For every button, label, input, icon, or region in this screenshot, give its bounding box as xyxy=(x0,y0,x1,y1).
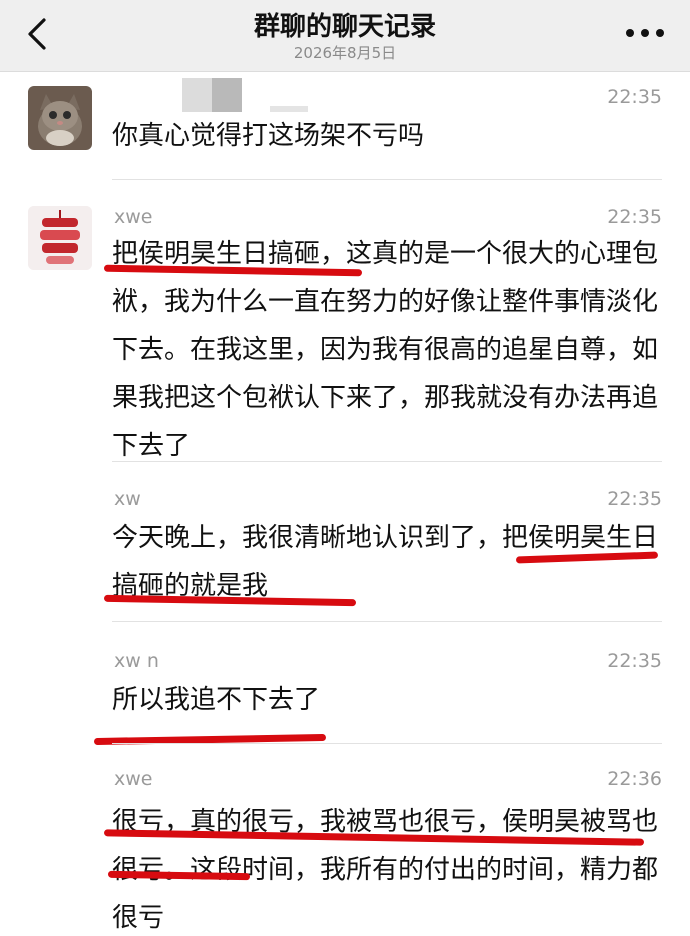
sender-name: xw xyxy=(114,488,141,510)
stacked-cake-avatar-image xyxy=(28,206,92,270)
more-dots-icon xyxy=(626,29,664,37)
chat-message[interactable]: xw 22:35 今天晚上，我很清晰地认识到了，把侯明昊生日搞砸的就是我 xyxy=(0,462,690,622)
kitten-avatar[interactable] xyxy=(28,86,92,150)
sender-name: xwe xyxy=(114,768,153,790)
more-button[interactable] xyxy=(622,18,668,48)
stacked-cake-avatar[interactable] xyxy=(28,206,92,270)
message-time: 22:35 xyxy=(607,86,662,108)
kitten-avatar-image xyxy=(28,86,92,150)
message-time: 22:35 xyxy=(607,488,662,510)
sender-name: xw n xyxy=(114,650,159,672)
chat-message[interactable]: xwe 22:36 很亏，真的很亏，我被骂也很亏，侯明昊被骂也很亏。这段时间，我… xyxy=(0,744,690,936)
sender-name: xwe xyxy=(114,206,153,228)
page-title: 群聊的聊天记录 xyxy=(253,12,436,42)
message-time: 22:35 xyxy=(607,206,662,228)
blurred-sender-name xyxy=(182,78,212,112)
chat-message[interactable]: 22:35 你真心觉得打这场架不亏吗 xyxy=(0,72,690,180)
message-text: 很亏，真的很亏，我被骂也很亏，侯明昊被骂也很亏。这段时间，我所有的付出的时间，精… xyxy=(112,807,659,933)
message-text: 你真心觉得打这场架不亏吗 xyxy=(112,121,425,151)
page-subtitle-date: 2026年8月5日 xyxy=(293,44,397,62)
navigation-bar: 群聊的聊天记录 2026年8月5日 xyxy=(0,0,690,72)
chat-message[interactable]: xw n 22:35 所以我追不下去了 xyxy=(0,622,690,746)
message-text: 所以我追不下去了 xyxy=(112,685,321,715)
blurred-sender-name-part xyxy=(212,78,242,112)
message-time: 22:35 xyxy=(607,650,662,672)
chat-message[interactable]: xwe 22:35 把侯明昊生日搞砸，这真的是一个很大的心理包袱，我为什么一直在… xyxy=(0,180,690,462)
message-time: 22:36 xyxy=(607,768,662,790)
